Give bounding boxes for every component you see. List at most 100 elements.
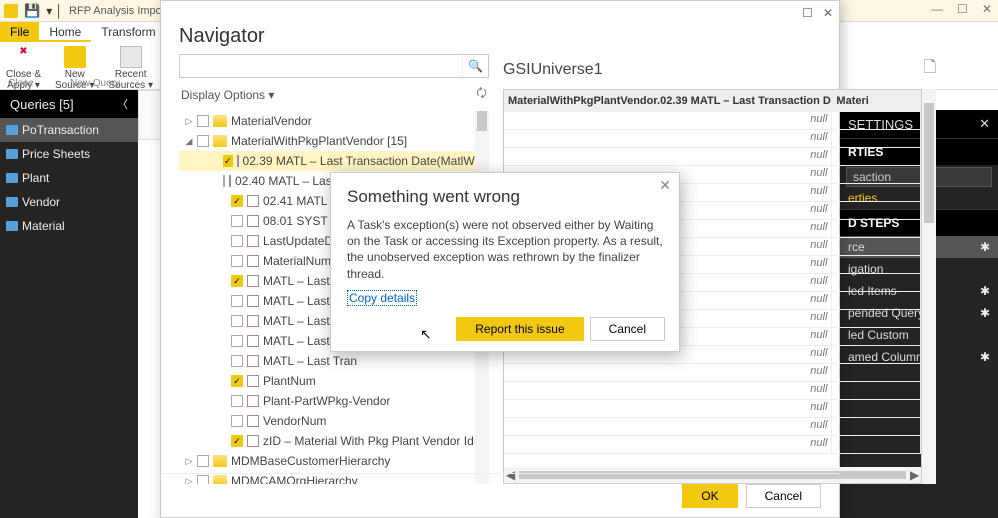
- tree-checkbox[interactable]: [231, 335, 243, 347]
- query-item[interactable]: PoTransaction: [0, 118, 138, 142]
- gear-icon[interactable]: ✱: [980, 284, 990, 298]
- tree-checkbox[interactable]: [231, 315, 243, 327]
- tree-checkbox[interactable]: [197, 135, 209, 147]
- tree-item[interactable]: ✓PlantNum: [179, 371, 489, 391]
- grid-row[interactable]: null: [504, 364, 921, 382]
- query-item[interactable]: Price Sheets: [0, 142, 138, 166]
- tree-checkbox[interactable]: ✓: [223, 155, 233, 167]
- grid-cell: null: [504, 148, 832, 165]
- col-header-0[interactable]: MaterialWithPkgPlantVendor.02.39 MATL – …: [504, 94, 832, 108]
- search-icon[interactable]: 🔍: [462, 55, 488, 77]
- grid-cell: [832, 310, 921, 327]
- error-cancel-button[interactable]: Cancel: [590, 317, 665, 341]
- tree-checkbox[interactable]: [231, 215, 243, 227]
- query-item[interactable]: Plant: [0, 166, 138, 190]
- tree-item[interactable]: ✓ zID – Material With Pkg Plant Vendor Id: [179, 431, 489, 451]
- tab-transform[interactable]: Transform: [91, 22, 165, 42]
- tree-item[interactable]: MATL – Last Tran: [179, 351, 489, 371]
- grid-row[interactable]: null: [504, 148, 921, 166]
- tree-checkbox[interactable]: [231, 295, 243, 307]
- grid-cell: [832, 382, 921, 399]
- gear-icon[interactable]: ✱: [980, 350, 990, 364]
- tree-folder[interactable]: ◢ MaterialWithPkgPlantVendor [15]: [179, 131, 489, 151]
- tree-checkbox[interactable]: [197, 455, 209, 467]
- grid-header: MaterialWithPkgPlantVendor.02.39 MATL – …: [504, 90, 921, 112]
- grid-cell: [832, 130, 921, 147]
- tree-checkbox[interactable]: [223, 175, 225, 187]
- grid-cell: [832, 328, 921, 345]
- grid-cell: null: [504, 436, 832, 453]
- max-icon[interactable]: ☐: [957, 2, 968, 16]
- refresh-icon[interactable]: 🗘: [476, 84, 487, 105]
- grid-cell: [832, 292, 921, 309]
- tree-checkbox[interactable]: [197, 115, 209, 127]
- expand-icon[interactable]: ▷: [185, 116, 193, 127]
- table-icon: [229, 175, 231, 187]
- tree-checkbox[interactable]: [231, 415, 243, 427]
- tree-label: MaterialWithPkgPlantVendor [15]: [231, 134, 407, 148]
- grid-row[interactable]: null: [504, 382, 921, 400]
- col-header-1[interactable]: Materi: [832, 94, 921, 108]
- tab-file[interactable]: File: [0, 22, 39, 42]
- grid-row[interactable]: null: [504, 418, 921, 436]
- tree-folder[interactable]: ▷MaterialVendor: [179, 111, 489, 131]
- scroll-right-icon[interactable]: ▶: [910, 468, 919, 482]
- grid-row[interactable]: null: [504, 400, 921, 418]
- expand-icon[interactable]: ▷: [185, 456, 193, 467]
- preview-title: GSIUniverse1: [503, 61, 603, 79]
- grid-row[interactable]: null: [504, 112, 921, 130]
- grid-cell: [832, 418, 921, 435]
- tree-item[interactable]: Plant-PartWPkg-Vendor: [179, 391, 489, 411]
- error-close-icon[interactable]: ✕: [659, 177, 671, 194]
- tree-label: zID – Material With Pkg Plant Vendor Id: [263, 434, 474, 448]
- grid-cell: [832, 148, 921, 165]
- grid-row[interactable]: null: [504, 130, 921, 148]
- tab-home[interactable]: Home: [39, 22, 91, 42]
- navigator-close-icon[interactable]: ✕: [823, 6, 833, 20]
- grid-vscroll[interactable]: [922, 89, 936, 484]
- collapse-icon[interactable]: 〈: [117, 96, 128, 112]
- navigator-restore-icon[interactable]: ☐: [802, 6, 813, 20]
- copy-details-link[interactable]: Copy details: [347, 290, 417, 306]
- queries-header[interactable]: Queries [5] 〈: [0, 90, 138, 118]
- gear-icon[interactable]: ✱: [980, 240, 990, 254]
- grid-row[interactable]: null: [504, 436, 921, 454]
- tree-item[interactable]: ✓02.39 MATL – Last Transaction Date(Matl…: [179, 151, 489, 171]
- tree-checkbox[interactable]: ✓: [231, 375, 243, 387]
- gear-icon[interactable]: ✱: [980, 306, 990, 320]
- title-sep: ▾ │: [46, 4, 63, 18]
- search-input[interactable]: [180, 55, 462, 77]
- cancel-button[interactable]: Cancel: [746, 484, 821, 508]
- search-box: 🔍: [179, 54, 489, 78]
- tree-checkbox[interactable]: ✓: [231, 275, 243, 287]
- tree-folder[interactable]: ▷ MDMBaseCustomerHierarchy: [179, 451, 489, 471]
- min-icon[interactable]: —: [931, 2, 943, 16]
- close-icon[interactable]: ✕: [982, 2, 992, 16]
- settings-close-icon[interactable]: ✕: [979, 116, 990, 132]
- tree-label: Plant-PartWPkg-Vendor: [263, 394, 390, 408]
- grid-cell: null: [504, 112, 832, 129]
- tree-checkbox[interactable]: [231, 255, 243, 267]
- preview-select-icon[interactable]: 🗋: [923, 56, 936, 83]
- tree-checkbox[interactable]: [231, 395, 243, 407]
- query-item[interactable]: Vendor: [0, 190, 138, 214]
- tree-checkbox[interactable]: [231, 235, 243, 247]
- query-item[interactable]: Material: [0, 214, 138, 238]
- table-icon: [237, 155, 239, 167]
- tree-label: MATL – Last Tran: [263, 354, 357, 368]
- ok-button[interactable]: OK: [682, 484, 737, 508]
- tree-item[interactable]: VendorNum: [179, 411, 489, 431]
- ribbon-group-close: Close: [8, 78, 34, 89]
- grid-cell: [832, 256, 921, 273]
- folder-icon: [213, 455, 227, 467]
- grid-cell: [832, 112, 921, 129]
- save-icon[interactable]: 💾: [24, 3, 40, 19]
- display-options-dropdown[interactable]: Display Options ▾: [181, 88, 274, 102]
- table-icon: [247, 435, 259, 447]
- tree-label: MDMBaseCustomerHierarchy: [231, 454, 390, 468]
- tree-checkbox[interactable]: ✓: [231, 195, 243, 207]
- expand-icon[interactable]: ◢: [185, 136, 193, 147]
- report-issue-button[interactable]: Report this issue: [456, 317, 583, 341]
- tree-checkbox[interactable]: [231, 355, 243, 367]
- tree-checkbox[interactable]: ✓: [231, 435, 243, 447]
